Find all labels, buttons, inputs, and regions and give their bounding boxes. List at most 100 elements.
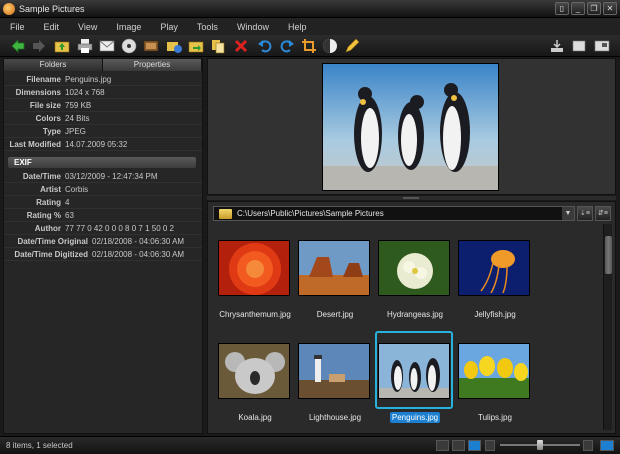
property-key: File size <box>29 101 61 110</box>
thumbnail-label: Tulips.jpg <box>478 413 512 422</box>
fullscreen-icon[interactable] <box>594 38 610 54</box>
panel-icon[interactable] <box>571 38 587 54</box>
menu-image[interactable]: Image <box>116 22 141 32</box>
exif-key: Author <box>34 224 61 233</box>
folder-up-icon[interactable] <box>54 38 70 54</box>
email-icon[interactable] <box>99 38 115 54</box>
property-row: Colors 24 Bits <box>4 112 202 125</box>
path-text[interactable]: C:\Users\Public\Pictures\Sample Pictures <box>237 209 562 218</box>
list-view-icon[interactable] <box>452 440 465 451</box>
property-value: 759 KB <box>65 101 92 110</box>
thumbnail-image[interactable] <box>458 240 530 296</box>
property-value: Penguins.jpg <box>65 75 112 84</box>
close-button[interactable]: ✕ <box>603 2 617 15</box>
scrollbar-thumb[interactable] <box>605 236 612 274</box>
restore-small-button[interactable]: ▯ <box>555 2 569 15</box>
properties-panel: Folders Properties Filename Penguins.jpg … <box>3 58 203 434</box>
exif-value: 77 77 0 42 0 0 0 8 0 7 1 50 0 2 <box>65 224 174 233</box>
tab-properties[interactable]: Properties <box>103 59 202 71</box>
exif-row: Author 77 77 0 42 0 0 0 8 0 7 1 50 0 2 <box>4 222 202 235</box>
print-icon[interactable] <box>77 38 93 54</box>
zoom-out-icon[interactable] <box>485 440 495 451</box>
status-bar: 8 items, 1 selected <box>0 436 620 454</box>
exif-row: Rating 4 <box>4 196 202 209</box>
property-key: Type <box>42 127 61 136</box>
property-value: 14.07.2009 05:32 <box>65 140 128 149</box>
menu-window[interactable]: Window <box>237 22 269 32</box>
thumbnail-view-icon[interactable] <box>468 440 481 451</box>
sort-button[interactable]: ⇣≡ <box>577 206 593 221</box>
exif-value: 63 <box>65 211 74 220</box>
rotate-left-icon[interactable] <box>257 38 273 54</box>
exif-row: Artist Corbis <box>4 183 202 196</box>
path-bar[interactable]: C:\Users\Public\Pictures\Sample Pictures… <box>213 206 575 221</box>
path-dropdown-button[interactable]: ▼ <box>562 207 574 220</box>
minimize-button[interactable]: _ <box>571 2 585 15</box>
thumbnail-label: Jellyfish.jpg <box>474 310 516 319</box>
copy-icon[interactable] <box>210 38 226 54</box>
image-preview-pane <box>207 58 616 195</box>
slideshow-icon[interactable] <box>143 38 159 54</box>
thumbnail-image[interactable] <box>378 240 450 296</box>
view-options-button[interactable]: ⇵≡ <box>595 206 611 221</box>
delete-icon[interactable] <box>233 38 249 54</box>
vertical-scrollbar[interactable] <box>603 224 612 430</box>
zoom-slider-knob[interactable] <box>537 440 543 450</box>
folder-move-icon[interactable] <box>166 38 182 54</box>
property-value: 1024 x 768 <box>65 88 105 97</box>
selected-thumbnail-label[interactable]: Penguins.jpg <box>389 412 441 423</box>
thumbnail-image[interactable] <box>218 240 290 296</box>
exif-key: Artist <box>40 185 61 194</box>
zoom-in-icon[interactable] <box>583 440 593 451</box>
thumbnail-browser: C:\Users\Public\Pictures\Sample Pictures… <box>207 201 616 434</box>
thumbnail-image[interactable] <box>298 343 370 399</box>
exif-key: Date/Time <box>22 172 61 181</box>
exif-section-header[interactable]: EXIF <box>8 157 196 168</box>
back-arrow-icon[interactable] <box>10 38 26 54</box>
file-properties: Filename Penguins.jpg Dimensions 1024 x 76… <box>4 73 202 151</box>
thumbnail-image[interactable] <box>298 240 370 296</box>
pane-splitter[interactable] <box>207 196 616 200</box>
exif-key: Date/Time Digitized <box>14 250 88 259</box>
thumbnail-image[interactable] <box>458 343 530 399</box>
menu-help[interactable]: Help <box>288 22 307 32</box>
window-title: Sample Pictures <box>19 3 85 14</box>
menu-file[interactable]: File <box>10 22 25 32</box>
menu-play[interactable]: Play <box>160 22 178 32</box>
property-row: File size 759 KB <box>4 99 202 112</box>
property-row: Dimensions 1024 x 768 <box>4 86 202 99</box>
property-row: Last Modified 14.07.2009 05:32 <box>4 138 202 151</box>
status-text: 8 items, 1 selected <box>6 441 73 450</box>
title-bar: Sample Pictures ▯ _ ❐ ✕ <box>0 0 620 18</box>
exif-value: 02/18/2008 - 04:06:30 AM <box>92 237 185 246</box>
forward-arrow-icon[interactable] <box>31 38 47 54</box>
color-adjust-icon[interactable] <box>322 38 338 54</box>
maximize-button[interactable]: ❐ <box>587 2 601 15</box>
app-icon <box>3 2 15 15</box>
property-key: Filename <box>26 75 61 84</box>
exif-key: Rating <box>36 198 61 207</box>
folder-copy-icon[interactable] <box>188 38 204 54</box>
property-key: Dimensions <box>15 88 61 97</box>
property-key: Last Modified <box>9 140 61 149</box>
menu-view[interactable]: View <box>78 22 97 32</box>
edit-pencil-icon[interactable] <box>344 38 360 54</box>
details-view-icon[interactable] <box>436 440 449 451</box>
tab-folders[interactable]: Folders <box>4 59 103 71</box>
menu-tools[interactable]: Tools <box>197 22 218 32</box>
exif-value: 02/18/2008 - 04:06:30 AM <box>92 250 185 259</box>
cd-burn-icon[interactable] <box>121 38 137 54</box>
thumbnail-image[interactable] <box>218 343 290 399</box>
exif-properties: Date/Time 03/12/2009 - 12:47:34 PM Artist… <box>4 170 202 261</box>
rotate-right-icon[interactable] <box>279 38 295 54</box>
crop-icon[interactable] <box>301 38 317 54</box>
exif-row: Date/Time 03/12/2009 - 12:47:34 PM <box>4 170 202 183</box>
thumbnail-image[interactable] <box>378 343 450 399</box>
splitter-grip[interactable] <box>403 197 419 199</box>
property-value: JPEG <box>65 127 86 136</box>
property-row: Filename Penguins.jpg <box>4 73 202 86</box>
fit-view-icon[interactable] <box>600 440 614 451</box>
menu-edit[interactable]: Edit <box>44 22 60 32</box>
import-icon[interactable] <box>549 38 565 54</box>
preview-image[interactable] <box>322 63 499 191</box>
